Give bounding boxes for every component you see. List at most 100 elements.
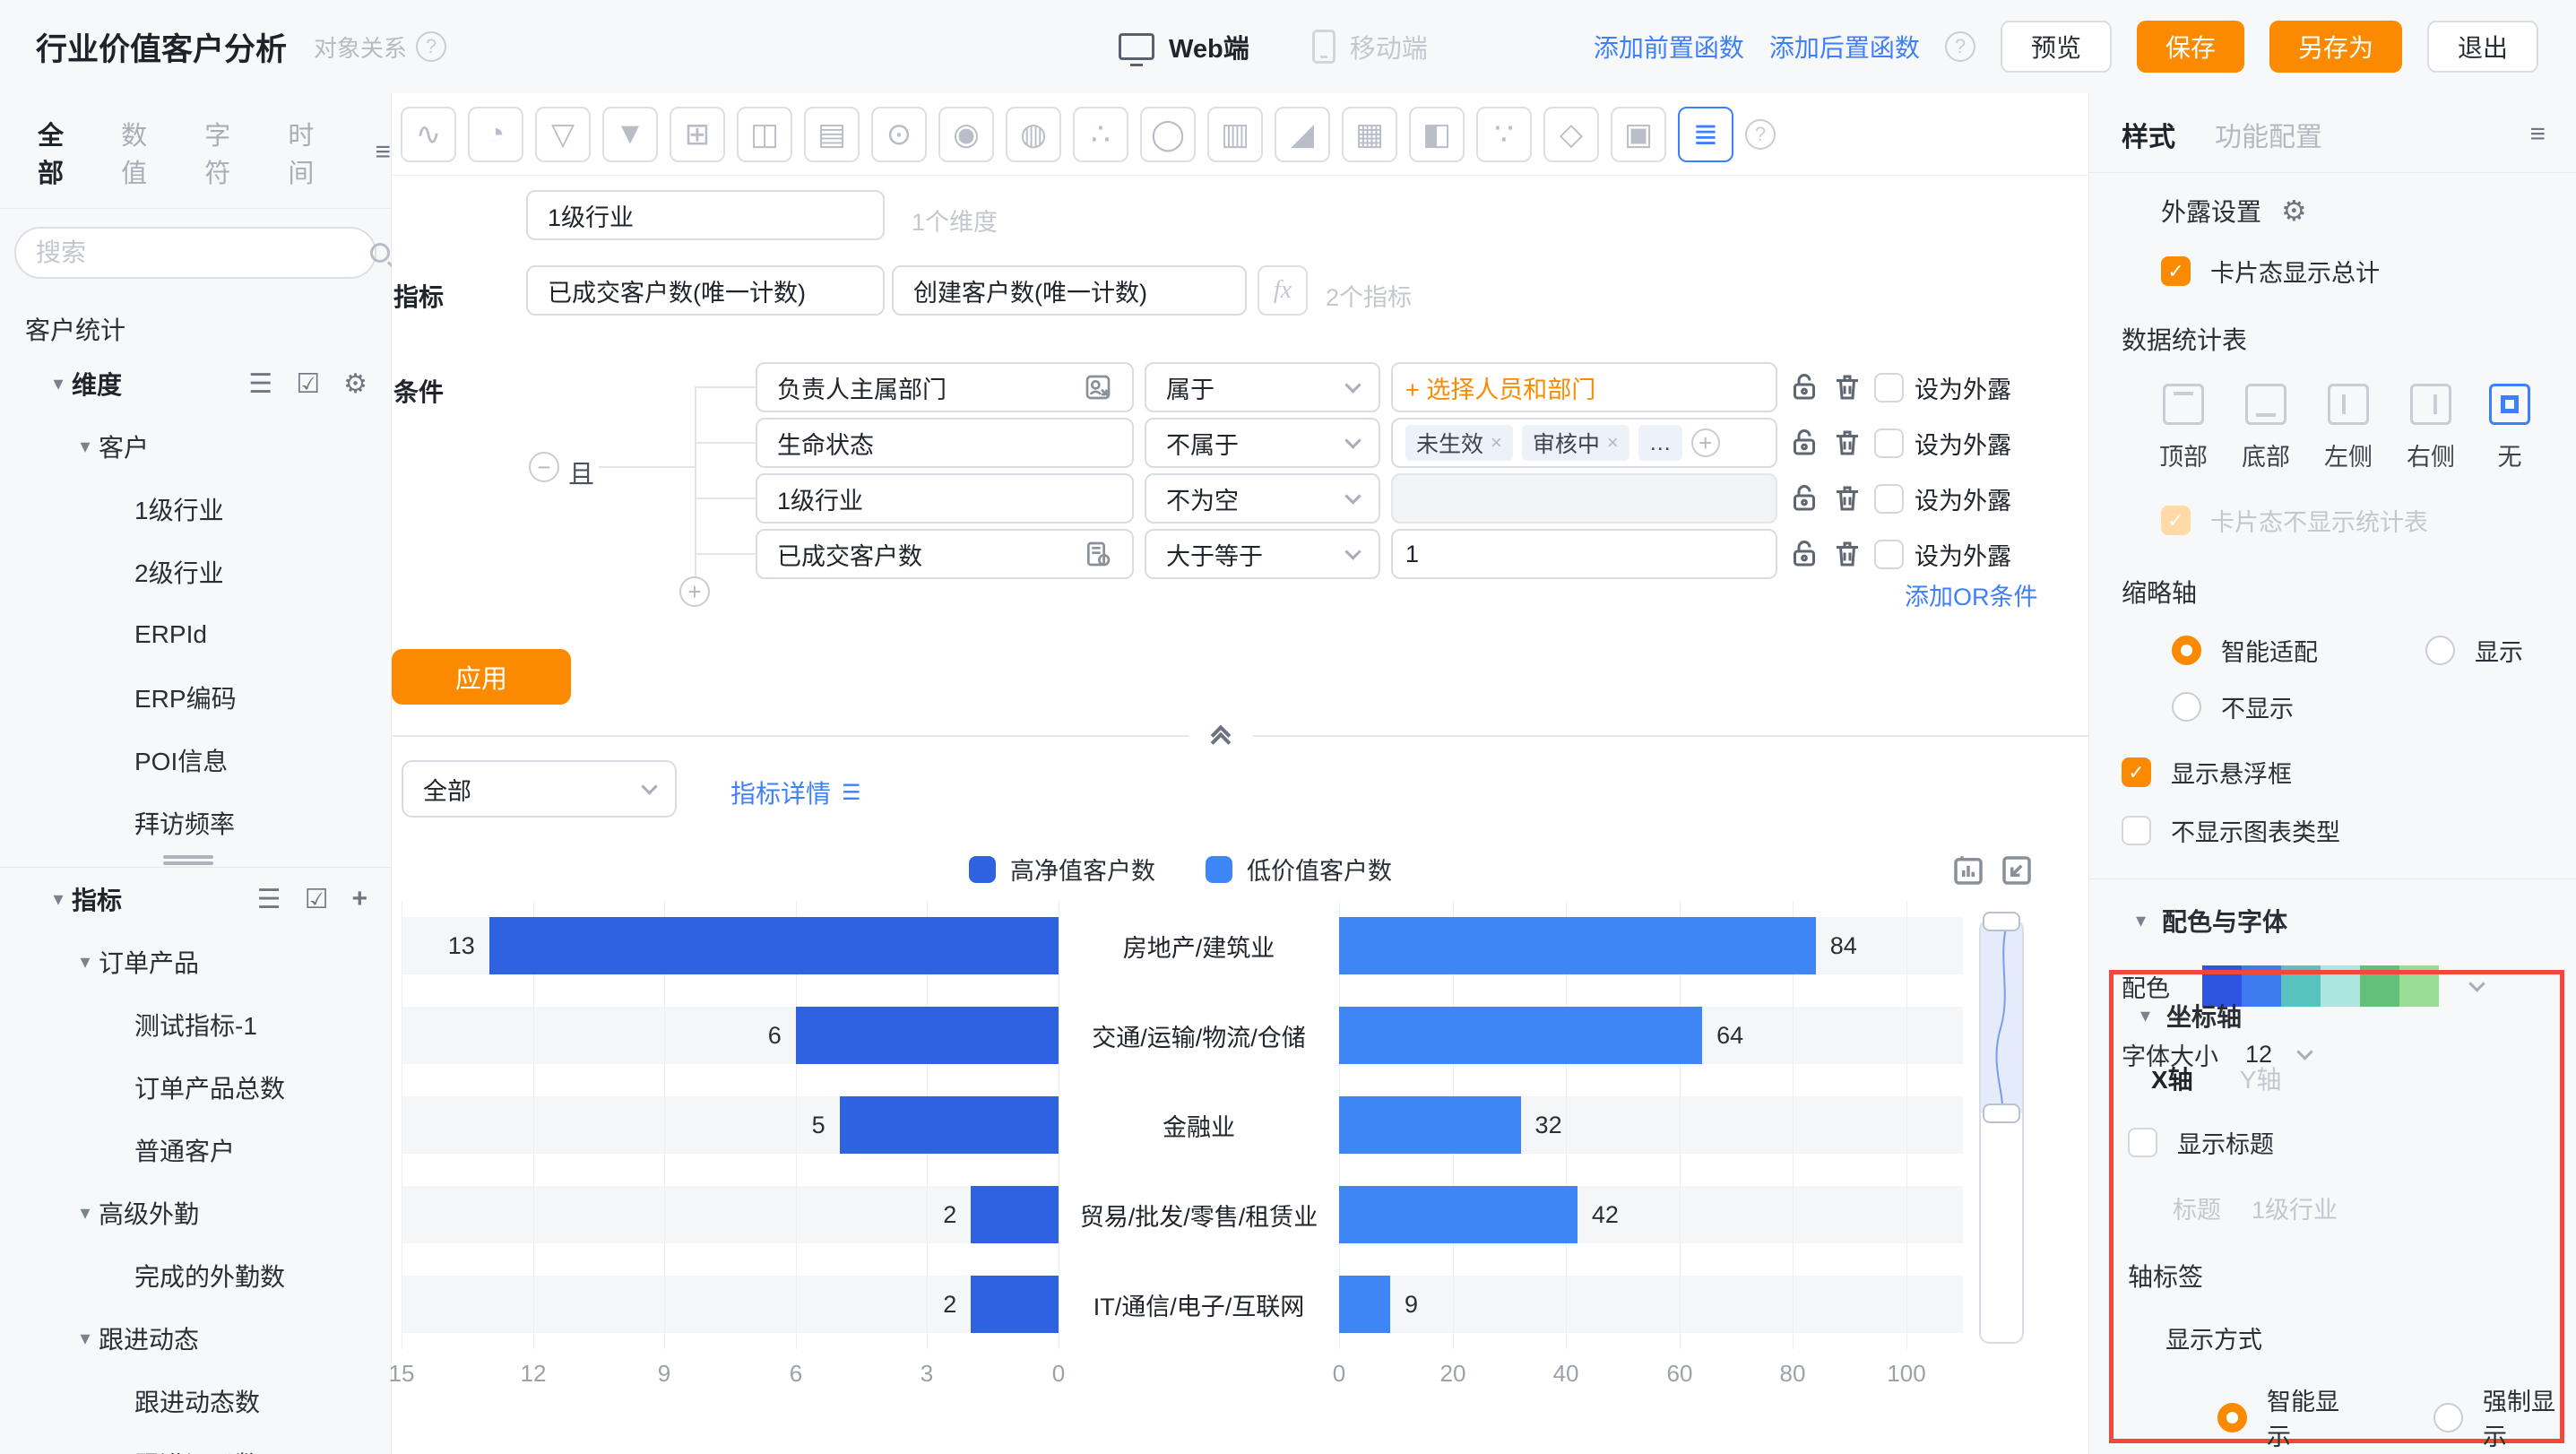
tab-function-config[interactable]: 功能配置 <box>2215 115 2322 154</box>
condition-value-input[interactable]: 1 <box>1391 529 1777 579</box>
settings-gear-icon[interactable]: ⚙ <box>343 368 367 400</box>
sidebar-tab-all[interactable]: 全部 <box>38 115 80 190</box>
legend-item[interactable]: 低价值客户数 <box>1206 852 1392 887</box>
scatter-icon[interactable]: ∵ <box>1476 107 1532 162</box>
chart-row[interactable]: 2 IT/通信/电子/互联网 9 <box>402 1259 1963 1349</box>
condition-operator-select[interactable]: 大于等于 <box>1145 529 1380 579</box>
add-to-dashboard-icon[interactable] <box>1949 852 1987 889</box>
legend-item[interactable]: 高净值客户数 <box>969 852 1155 887</box>
axis-tab-x[interactable]: X轴 <box>2151 1060 2193 1096</box>
stat-position-right[interactable]: 右侧 <box>2407 384 2455 472</box>
thumb-show-option[interactable]: 显示 <box>2425 633 2523 668</box>
tree-list-icon[interactable]: ☰ <box>248 368 272 400</box>
card-view-icon[interactable]: ▣ <box>1611 107 1666 162</box>
left-bar[interactable] <box>971 1276 1059 1333</box>
save-button[interactable]: 保存 <box>2137 21 2244 73</box>
right-bar[interactable] <box>1339 917 1816 974</box>
left-bar[interactable] <box>971 1186 1059 1243</box>
sidebar-tab-time[interactable]: 时间 <box>288 115 330 190</box>
combo-chart-icon[interactable]: ◫ <box>737 107 792 162</box>
object-relation[interactable]: 对象关系 ? <box>314 30 446 64</box>
caret-down-icon[interactable]: ▾ <box>72 950 99 974</box>
smart-display-option[interactable]: 智能显示 <box>2217 1382 2344 1452</box>
axis-section-header[interactable]: ▾ 坐标轴 <box>2140 998 2560 1034</box>
trash-icon[interactable] <box>1831 538 1863 570</box>
unchecked-checkbox[interactable] <box>2128 1128 2157 1157</box>
stat-position-top[interactable]: 顶部 <box>2159 384 2208 472</box>
zoom-handle-top[interactable] <box>1983 912 2020 931</box>
metric-chip[interactable]: 已成交客户数(唯一计数) <box>526 265 885 316</box>
metric-item[interactable]: 测试指标-1 <box>0 993 391 1056</box>
histogram-icon[interactable]: ▥ <box>1207 107 1263 162</box>
left-bar[interactable] <box>489 917 1059 974</box>
fx-button[interactable]: fx <box>1258 265 1308 316</box>
stat-position-left[interactable]: 左侧 <box>2324 384 2373 472</box>
right-bar[interactable] <box>1339 1096 1521 1154</box>
metric-doc-icon[interactable] <box>1084 540 1112 568</box>
scope-select[interactable]: 全部 <box>402 760 677 818</box>
tab-web[interactable]: Web端 <box>1119 28 1249 65</box>
save-as-button[interactable]: 另存为 <box>2269 21 2402 73</box>
field-search[interactable] <box>14 227 376 279</box>
right-bar[interactable] <box>1339 1007 1702 1064</box>
apply-button[interactable]: 应用 <box>392 649 571 705</box>
metric-chip[interactable]: 创建客户数(唯一计数) <box>892 265 1247 316</box>
chart-row[interactable]: 13 房地产/建筑业 84 <box>402 901 1963 991</box>
show-title-option[interactable]: 显示标题 <box>2128 1125 2560 1160</box>
china-city-map-icon[interactable]: ◍ <box>1006 107 1061 162</box>
metric-item[interactable]: 普通客户 <box>0 1119 391 1181</box>
toolbar-help-icon[interactable]: ? <box>1745 119 1776 150</box>
thumb-hide-option[interactable]: 不显示 <box>2172 689 2576 724</box>
more-tags-chip[interactable]: … <box>1638 425 1682 461</box>
add-condition-icon[interactable]: + <box>679 576 710 607</box>
color-font-section[interactable]: ▾ 配色与字体 <box>2136 903 2576 939</box>
remove-tag-icon[interactable]: × <box>1491 431 1502 454</box>
axis-tab-y[interactable]: Y轴 <box>2240 1060 2282 1096</box>
lock-icon[interactable] <box>1788 482 1820 515</box>
stat-position-none-selected[interactable]: 无 <box>2489 384 2530 472</box>
value-tag[interactable]: 未生效 × <box>1405 425 1513 461</box>
tab-style[interactable]: 样式 <box>2122 115 2175 154</box>
metric-item[interactable]: 订单产品总数 <box>0 1056 391 1119</box>
metric-detail-link[interactable]: 指标详情 ☰ <box>730 775 861 810</box>
condition-field-select[interactable]: 负责人主属部门 <box>756 362 1134 412</box>
dimensions-group[interactable]: ▾ 维度 ☰ ☑ ⚙ <box>0 352 391 415</box>
zoom-selected-range[interactable] <box>1981 921 2022 1113</box>
funnel-icon[interactable]: ▽ <box>535 107 591 162</box>
dimension-item[interactable]: POI信息 <box>0 729 391 792</box>
sidebar-tab-string[interactable]: 字符 <box>204 115 246 190</box>
tree-list-icon[interactable]: ☰ <box>257 884 281 915</box>
sidebar-tab-number[interactable]: 数值 <box>121 115 163 190</box>
expose-checkbox[interactable] <box>1874 484 1904 514</box>
area-chart-icon[interactable]: ◢ <box>1275 107 1330 162</box>
unchecked-checkbox[interactable] <box>2122 816 2151 845</box>
detail-table-icon[interactable]: ◧ <box>1409 107 1465 162</box>
header-help-icon[interactable]: ? <box>1945 31 1975 62</box>
caret-down-icon[interactable]: ▾ <box>2136 909 2146 932</box>
hover-box-option[interactable]: ✓ 显示悬浮框 <box>2122 755 2576 790</box>
no-chart-type-option[interactable]: 不显示图表类型 <box>2122 813 2576 848</box>
add-metric-icon[interactable]: + <box>351 884 367 914</box>
metric-group-order-product[interactable]: ▾ 订单产品 <box>0 930 391 993</box>
expose-checkbox[interactable] <box>1874 428 1904 458</box>
lock-icon[interactable] <box>1788 371 1820 403</box>
person-org-picker-icon[interactable] <box>1084 373 1112 402</box>
caret-down-icon[interactable]: ▾ <box>45 887 72 911</box>
trash-icon[interactable] <box>1831 482 1863 515</box>
multi-select-icon[interactable]: ☑ <box>296 368 320 400</box>
funnel-compare-icon[interactable]: ▼ <box>602 107 658 162</box>
metric-item[interactable]: 完成的外勤数 <box>0 1244 391 1307</box>
condition-value-picker[interactable]: + 选择人员和部门 <box>1391 362 1777 412</box>
exit-button[interactable]: 退出 <box>2427 21 2538 73</box>
left-bar[interactable] <box>796 1007 1059 1064</box>
add-value-icon[interactable]: + <box>1691 428 1720 457</box>
caret-down-icon[interactable]: ▾ <box>72 435 99 458</box>
stat-position-bottom[interactable]: 底部 <box>2242 384 2290 472</box>
chart-row[interactable]: 2 贸易/批发/零售/租赁业 42 <box>402 1170 1963 1259</box>
gear-icon[interactable]: ⚙ <box>2281 194 2307 228</box>
caret-down-icon[interactable]: ▾ <box>72 1327 99 1350</box>
left-bar[interactable] <box>840 1096 1059 1154</box>
world-bubble-map-icon[interactable]: ∴ <box>1073 107 1128 162</box>
line-chart-icon[interactable]: ∿ <box>401 107 456 162</box>
right-bar[interactable] <box>1339 1276 1390 1333</box>
